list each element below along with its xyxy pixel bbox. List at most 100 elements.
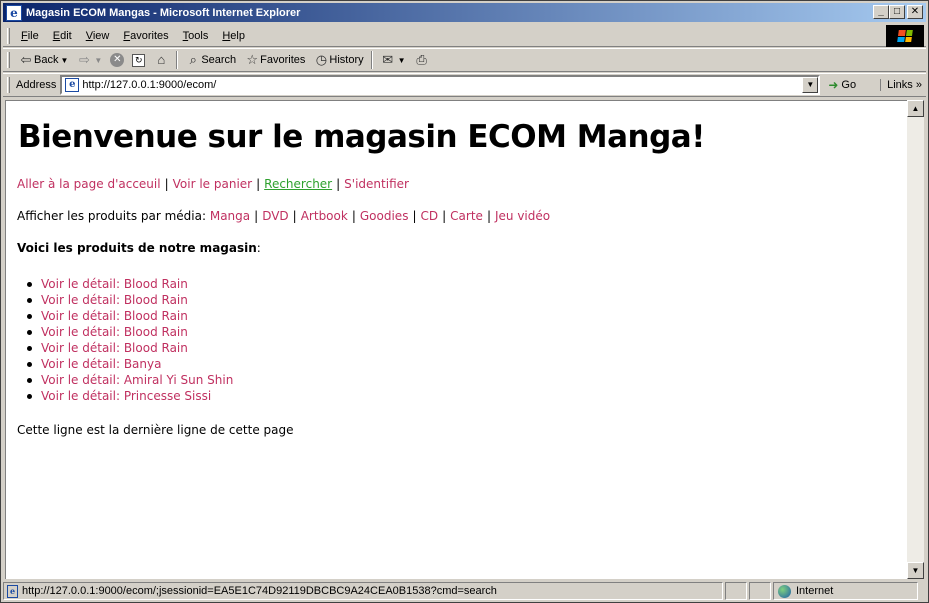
window-title: Magasin ECOM Mangas - Microsoft Internet…	[26, 6, 301, 19]
history-icon: ◷	[315, 52, 328, 67]
minimize-button[interactable]: _	[873, 5, 889, 19]
product-link[interactable]: Voir le détail: Banya	[41, 357, 161, 371]
search-button[interactable]: ⌕ Search	[181, 49, 240, 71]
list-item: Voir le détail: Blood Rain	[26, 292, 233, 308]
go-label: Go	[841, 79, 857, 91]
mail-icon: ✉	[382, 52, 394, 67]
links-button[interactable]: Links »	[880, 79, 922, 91]
forward-button[interactable]: ⇨ ▼	[72, 49, 106, 71]
media-link-goodies[interactable]: Goodies	[360, 209, 409, 223]
product-link[interactable]: Voir le détail: Amiral Yi Sun Shin	[41, 373, 233, 387]
maximize-button[interactable]: □	[889, 5, 905, 19]
favorites-label: Favorites	[260, 54, 306, 66]
back-label: Back	[34, 54, 59, 66]
address-label: Address	[16, 79, 57, 91]
chevron-down-icon[interactable]: ▼	[60, 56, 68, 65]
product-link[interactable]: Voir le détail: Blood Rain	[41, 325, 188, 339]
page-icon: e	[65, 78, 80, 92]
chevron-down-icon[interactable]: ▼	[398, 56, 406, 65]
go-arrow-icon: ➜	[828, 78, 839, 92]
status-bar: e http://127.0.0.1:9000/ecom/;jsessionid…	[3, 581, 926, 601]
home-link[interactable]: Aller à la page d'acceuil	[17, 177, 161, 191]
address-dropdown-icon[interactable]: ▼	[802, 77, 819, 93]
products-heading: Voici les produits de notre magasin:	[17, 241, 261, 255]
product-link[interactable]: Voir le détail: Blood Rain	[41, 309, 188, 323]
list-item: Voir le détail: Blood Rain	[26, 276, 233, 292]
media-link-artbook[interactable]: Artbook	[301, 209, 348, 223]
list-item: Voir le détail: Blood Rain	[26, 308, 233, 324]
back-button[interactable]: ⇦ Back ▼	[14, 49, 72, 71]
chevron-right-icon: »	[915, 79, 922, 91]
window-controls: _ □ ✕	[873, 5, 923, 19]
page-title: Bienvenue sur le magasin ECOM Manga!	[18, 119, 705, 155]
menu-bar: File Edit View Favorites Tools Help	[3, 25, 926, 47]
globe-icon	[778, 584, 791, 598]
menu-view[interactable]: View	[79, 30, 117, 42]
history-button[interactable]: ◷ History	[309, 49, 367, 71]
products-heading-colon: :	[256, 241, 261, 255]
address-field[interactable]: e ▼	[60, 75, 821, 95]
standard-toolbar: ⇦ Back ▼ ⇨ ▼ ✕ ↻ ⌂ ⌕ Search ☆ Favorites …	[3, 48, 926, 72]
history-label: History	[329, 54, 364, 66]
product-link[interactable]: Voir le détail: Blood Rain	[41, 277, 188, 291]
status-text: http://127.0.0.1:9000/ecom/;jsessionid=E…	[22, 585, 497, 597]
stop-button[interactable]: ✕	[106, 49, 128, 71]
list-item: Voir le détail: Princesse Sissi	[26, 388, 233, 404]
favorites-icon: ☆	[246, 52, 258, 67]
close-button[interactable]: ✕	[907, 5, 923, 19]
media-link-cd[interactable]: CD	[421, 209, 439, 223]
vertical-scrollbar[interactable]: ▲ ▼	[907, 100, 924, 579]
home-icon: ⌂	[157, 52, 166, 67]
windows-logo-icon	[886, 25, 924, 47]
status-message: e http://127.0.0.1:9000/ecom/;jsessionid…	[3, 582, 723, 600]
back-arrow-icon: ⇦	[20, 52, 32, 67]
menu-grip	[7, 27, 10, 44]
refresh-button[interactable]: ↻	[128, 49, 149, 71]
menu-tools[interactable]: Tools	[176, 30, 216, 42]
favorites-button[interactable]: ☆ Favorites	[240, 49, 309, 71]
address-bar: Address e ▼ ➜ Go Links »	[3, 73, 926, 97]
media-filter: Afficher les produits par média: Manga | D…	[17, 209, 551, 223]
menu-edit[interactable]: Edit	[46, 30, 79, 42]
print-button[interactable]: ⎙	[410, 49, 434, 71]
toolbar-separator	[370, 51, 373, 69]
refresh-icon: ↻	[132, 53, 146, 67]
menu-file[interactable]: File	[14, 30, 46, 42]
security-zone: Internet	[773, 582, 918, 600]
toolbar-grip	[7, 52, 10, 68]
menu-help[interactable]: Help	[215, 30, 252, 42]
main-nav: Aller à la page d'acceuil | Voir le panier…	[17, 177, 409, 191]
status-cell	[725, 582, 747, 600]
address-input[interactable]	[82, 79, 783, 91]
product-link[interactable]: Voir le détail: Blood Rain	[41, 293, 188, 307]
search-icon: ⌕	[189, 52, 197, 67]
page-icon: e	[7, 584, 18, 598]
media-link-manga[interactable]: Manga	[210, 209, 250, 223]
scroll-down-icon[interactable]: ▼	[907, 562, 924, 579]
menu-favorites[interactable]: Favorites	[116, 30, 175, 42]
home-button[interactable]: ⌂	[149, 49, 173, 71]
product-link[interactable]: Voir le détail: Blood Rain	[41, 341, 188, 355]
footer-text: Cette ligne est la dernière ligne de cet…	[17, 423, 294, 437]
title-bar[interactable]: e Magasin ECOM Mangas - Microsoft Intern…	[3, 3, 926, 22]
zone-label: Internet	[796, 585, 834, 597]
search-label: Search	[201, 54, 237, 66]
media-link-carte[interactable]: Carte	[450, 209, 483, 223]
scroll-up-icon[interactable]: ▲	[907, 100, 924, 117]
go-button[interactable]: ➜ Go	[828, 78, 856, 92]
media-link-dvd[interactable]: DVD	[262, 209, 288, 223]
toolbar-separator	[176, 51, 179, 69]
media-link-jeu-video[interactable]: Jeu vidéo	[495, 209, 550, 223]
login-link[interactable]: S'identifier	[344, 177, 409, 191]
product-link[interactable]: Voir le détail: Princesse Sissi	[41, 389, 211, 403]
chevron-down-icon[interactable]: ▼	[94, 56, 102, 65]
forward-arrow-icon: ⇨	[78, 52, 90, 67]
status-cell	[749, 582, 771, 600]
products-heading-text: Voici les produits de notre magasin	[17, 241, 257, 255]
product-list: Voir le détail: Blood Rain Voir le détai…	[26, 276, 233, 404]
cart-link[interactable]: Voir le panier	[173, 177, 252, 191]
search-link[interactable]: Rechercher	[264, 177, 332, 191]
stop-icon: ✕	[110, 53, 125, 67]
page-content: Bienvenue sur le magasin ECOM Manga! All…	[5, 100, 907, 579]
mail-button[interactable]: ✉ ▼	[376, 49, 410, 71]
